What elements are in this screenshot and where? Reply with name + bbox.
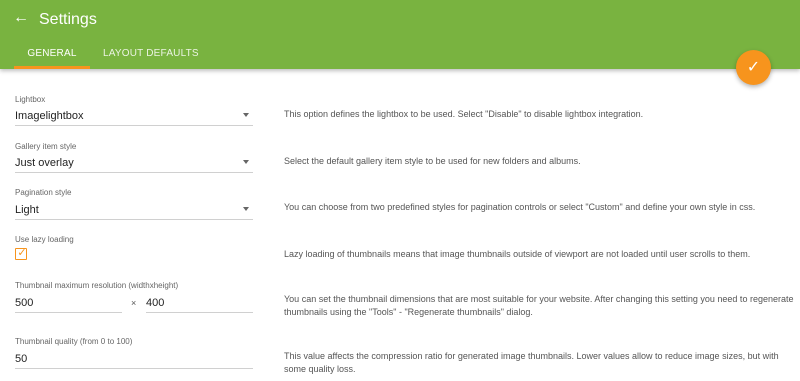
app-bar: ← Settings GENERAL LAYOUT DEFAULTS bbox=[0, 0, 800, 69]
thumbnail-height-input[interactable]: 400 bbox=[146, 293, 253, 313]
lazy-loading-description: Lazy loading of thumbnails means that im… bbox=[284, 249, 751, 259]
lightbox-select[interactable]: Imagelightbox bbox=[15, 106, 253, 126]
lightbox-value: Imagelightbox bbox=[15, 110, 84, 122]
dropdown-arrow-icon bbox=[243, 207, 249, 211]
lazy-loading-checkbox[interactable]: ✓ bbox=[15, 247, 27, 260]
gallery-item-style-select[interactable]: Just overlay bbox=[15, 153, 253, 173]
thumbnail-quality-value: 50 bbox=[15, 353, 28, 365]
gallery-item-style-label: Gallery item style bbox=[15, 142, 77, 151]
gallery-item-style-description: Select the default gallery item style to… bbox=[284, 156, 581, 166]
thumbnail-resolution-label: Thumbnail maximum resolution (widthxheig… bbox=[15, 281, 179, 290]
dropdown-arrow-icon bbox=[243, 113, 249, 117]
lazy-loading-label: Use lazy loading bbox=[15, 235, 74, 244]
thumbnail-height-value: 400 bbox=[146, 297, 165, 309]
tab-layout-defaults[interactable]: LAYOUT DEFAULTS bbox=[103, 47, 199, 69]
checkmark-icon: ✓ bbox=[17, 247, 27, 259]
pagination-style-value: Light bbox=[15, 204, 39, 216]
active-tab-indicator bbox=[14, 66, 90, 69]
save-button[interactable]: ✓ bbox=[736, 50, 771, 85]
thumbnail-width-value: 500 bbox=[15, 297, 34, 309]
lightbox-label: Lightbox bbox=[15, 95, 46, 104]
gallery-item-style-value: Just overlay bbox=[15, 157, 74, 169]
arrow-back-icon[interactable]: ← bbox=[10, 7, 32, 29]
thumbnail-resolution-description: You can set the thumbnail dimensions tha… bbox=[284, 294, 794, 317]
resolution-separator: × bbox=[131, 298, 137, 308]
thumbnail-quality-label: Thumbnail quality (from 0 to 100) bbox=[15, 337, 133, 346]
pagination-style-select[interactable]: Light bbox=[15, 200, 253, 220]
page-title: Settings bbox=[39, 11, 97, 28]
pagination-style-description: You can choose from two predefined style… bbox=[284, 202, 756, 212]
lightbox-description: This option defines the lightbox to be u… bbox=[284, 109, 644, 119]
checkmark-icon: ✓ bbox=[746, 59, 761, 76]
thumbnail-quality-input[interactable]: 50 bbox=[15, 349, 253, 369]
dropdown-arrow-icon bbox=[243, 160, 249, 164]
pagination-style-label: Pagination style bbox=[15, 188, 72, 197]
thumbnail-quality-description: This value affects the compression ratio… bbox=[284, 351, 779, 374]
thumbnail-width-input[interactable]: 500 bbox=[15, 293, 122, 313]
